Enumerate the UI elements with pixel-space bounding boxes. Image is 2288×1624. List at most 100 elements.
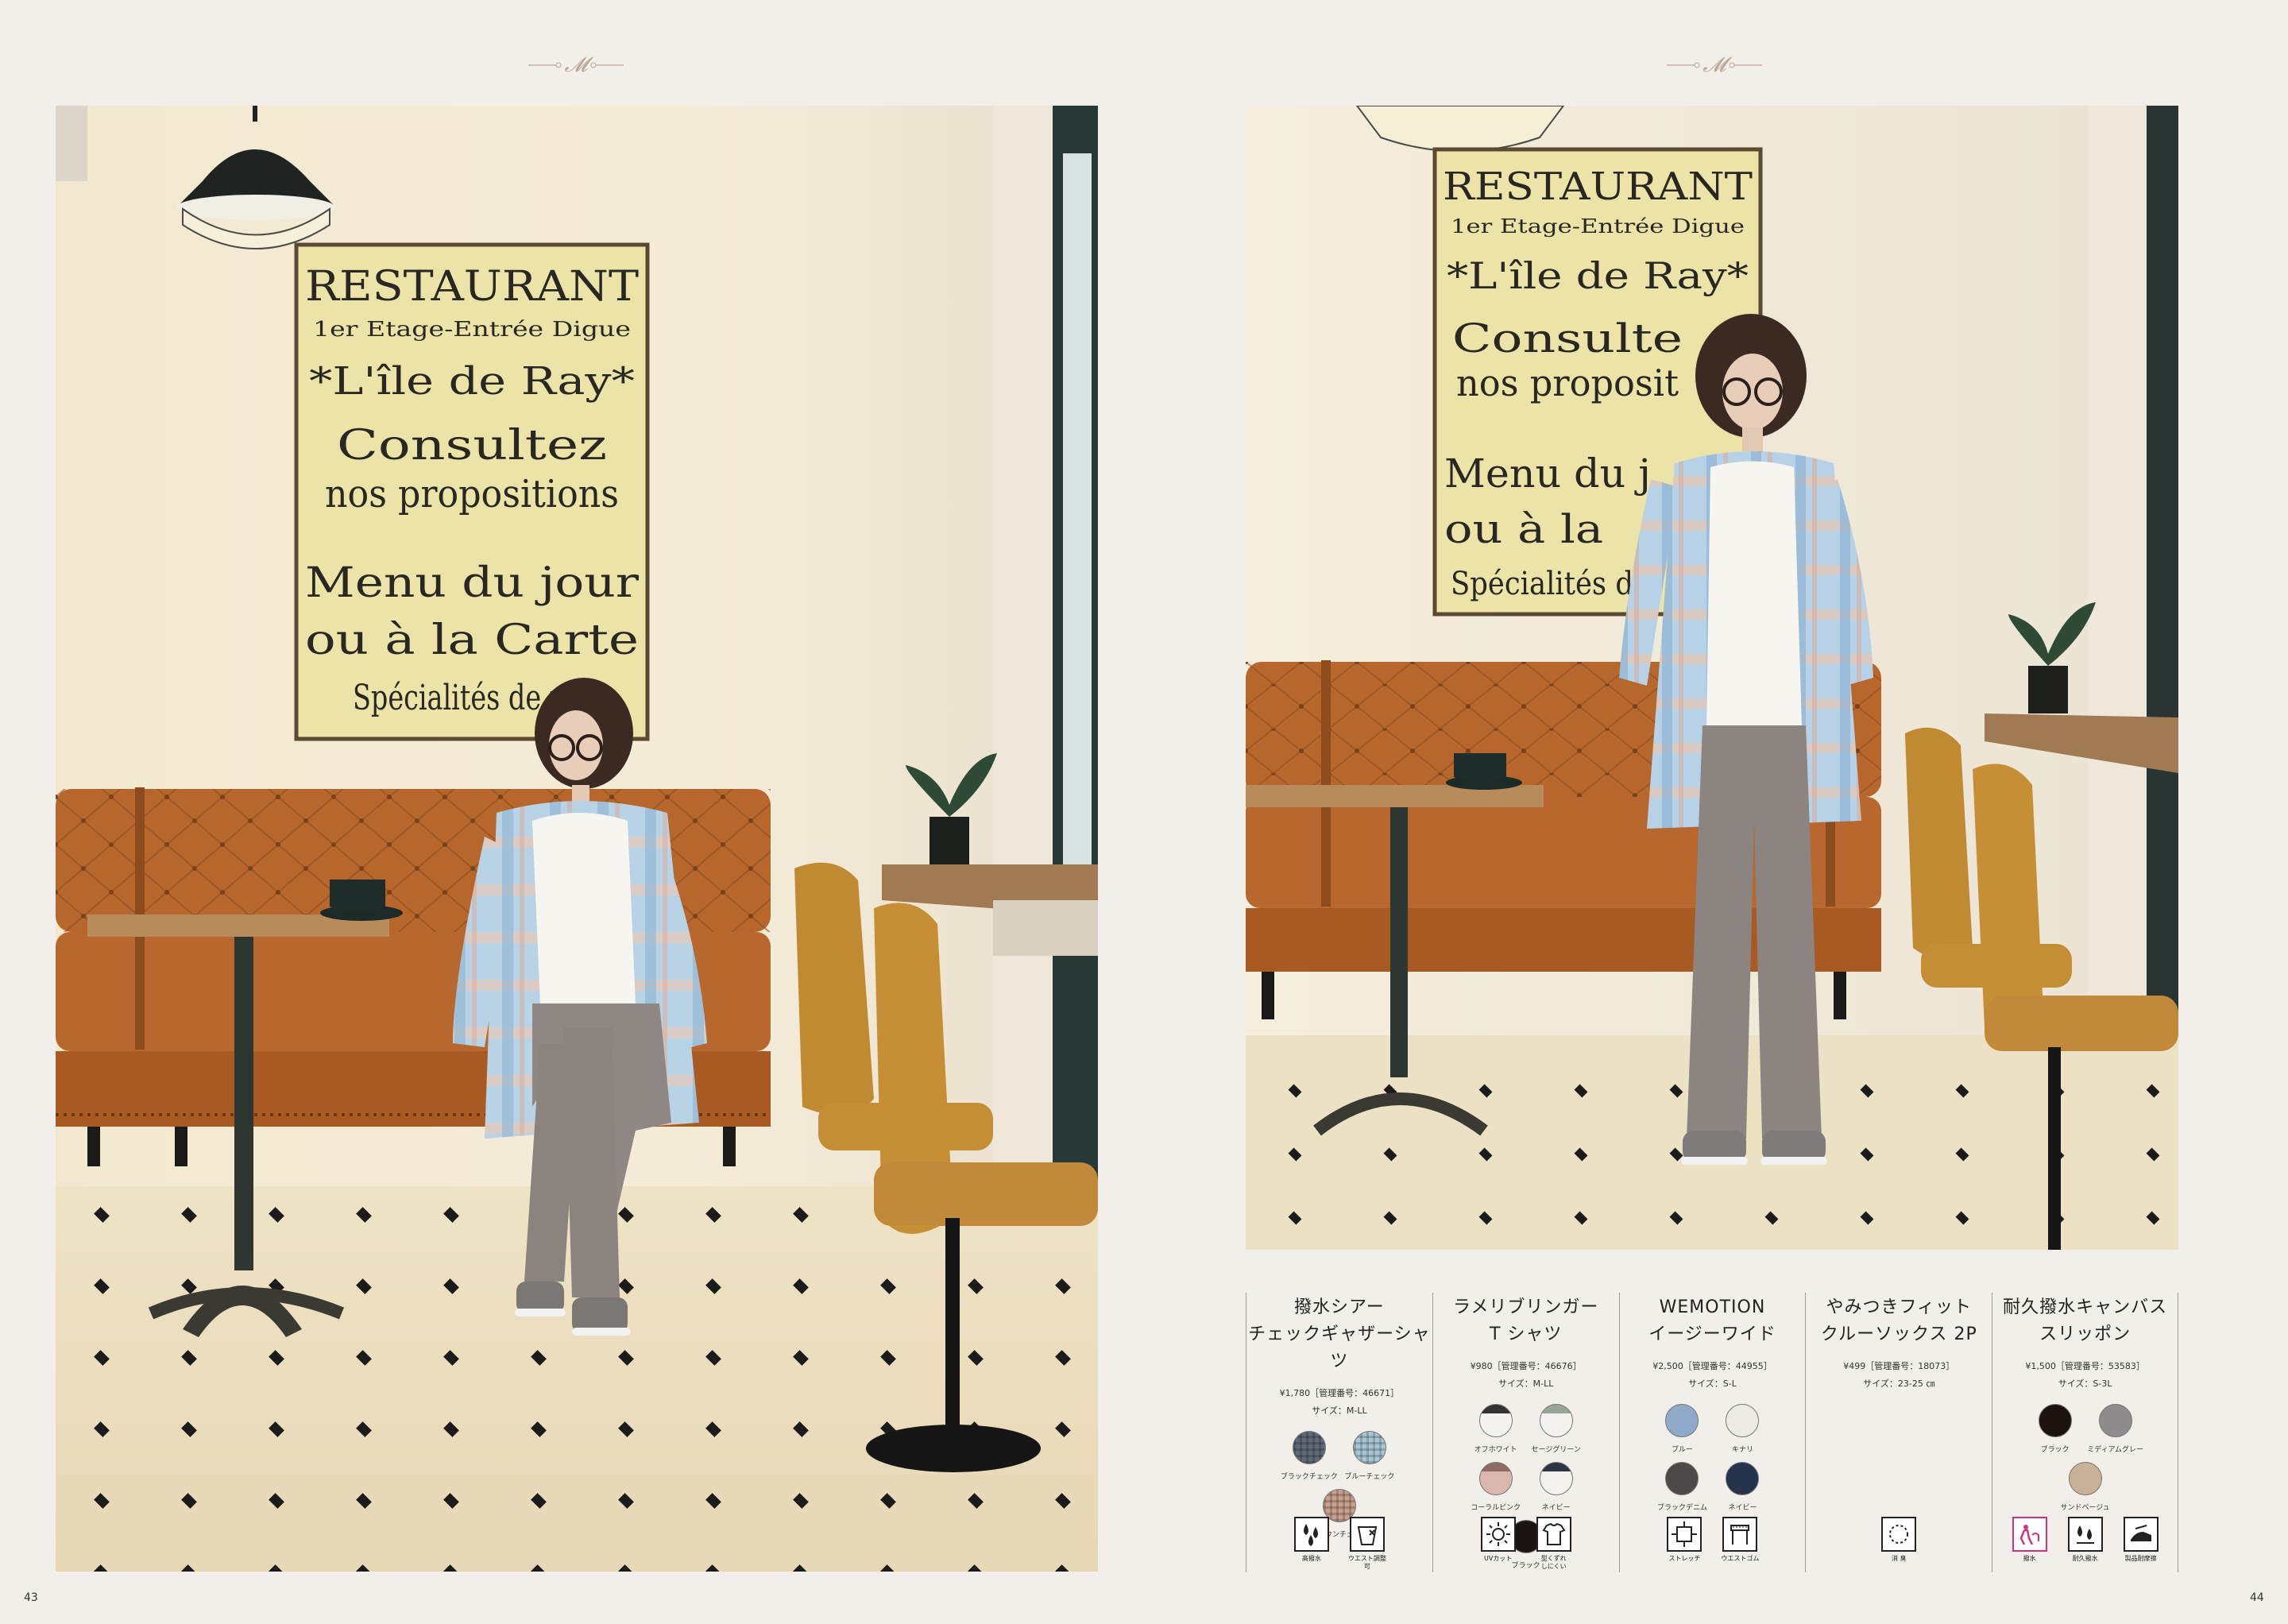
feature-label: 型くずれ しにくい (1540, 1555, 1567, 1570)
color-swatch: ミディアムグレー (2085, 1404, 2146, 1454)
sign-line-2: 1er Etage-Entrée Digue (313, 318, 631, 342)
color-swatch-label: キナリ (1731, 1446, 1753, 1454)
product-card: ラメリブリンガー T シャツ ¥980［管理番号：46676］ サイズ：M-LL オフホ… (1432, 1293, 1619, 1572)
cafe-photo-right: RESTAURANT 1er Etage-Entrée Digue *L'île… (1246, 106, 2178, 1250)
color-swatch: キナリ (1712, 1404, 1772, 1454)
color-swatch-dot (2068, 1462, 2102, 1495)
color-swatch: ブルーチェック (1339, 1431, 1400, 1481)
feature: 消 臭 (1880, 1517, 1918, 1572)
product-size: サイズ：23-25 ㎝ (1863, 1378, 1935, 1389)
product-panel: 撥水シアー チェックギャザーシャツ ¥1,780［管理番号：46671］ サイズ：M-… (1246, 1293, 2178, 1572)
water-repellent-icon (1293, 1517, 1329, 1552)
product-name-line1: ラメリブリンガー (1453, 1297, 1599, 1317)
sign-line-5: nos propositions (325, 472, 619, 516)
color-swatch: ネイビー (1712, 1462, 1772, 1512)
product-name-line1: 耐久撥水キャンバス (2003, 1297, 2168, 1317)
product-name-line2: イージーワイド (1648, 1324, 1776, 1344)
color-swatch-dot (1726, 1404, 1760, 1437)
product-name-line2: チェックギャザーシャツ (1248, 1324, 1431, 1371)
product-price: ¥980［管理番号：46676］ (1470, 1361, 1582, 1371)
feature: 高撥水 (1293, 1517, 1331, 1572)
product-card: やみつきフィット クルーソックス 2P ¥499［管理番号：18073］ サイズ：23… (1805, 1293, 1992, 1572)
product-name-line2: T シャツ (1489, 1324, 1563, 1344)
product-price: ¥1,500［管理番号：53583］ (2025, 1361, 2145, 1371)
feature-label: ウエスト調整可 (1347, 1555, 1386, 1570)
feature: 製品耐摩擦 (2122, 1517, 2160, 1572)
feature: 撥水 (2011, 1517, 2049, 1572)
product-price: ¥1,780［管理番号：46671］ (1279, 1388, 1400, 1398)
color-swatch-label: ミディアムグレー (2087, 1446, 2143, 1454)
uv-cut-icon (1480, 1517, 1516, 1552)
sign-line-6: Menu du jour (305, 559, 639, 607)
shape-keep-icon (1536, 1517, 1571, 1552)
color-swatch-label: ネイビー (1541, 1504, 1571, 1512)
feature-icons: UVカット 型くずれ しにくい (1433, 1517, 1619, 1572)
product-name-line2: クルーソックス 2P (1820, 1324, 1977, 1344)
product-size: サイズ：M-LL (1498, 1378, 1554, 1389)
color-swatch-label: ブラック (2040, 1446, 2070, 1454)
color-swatch-dot (1665, 1404, 1699, 1437)
color-swatch-dot (1539, 1462, 1573, 1495)
feature: UVカット (1479, 1517, 1517, 1572)
color-swatch-dot (1539, 1404, 1573, 1437)
color-swatch-label: ブラックデニム (1656, 1504, 1707, 1512)
color-swatch: ブラック (2025, 1404, 2085, 1454)
waist-adjust-icon (1349, 1517, 1385, 1552)
sign-line-4: Consultez (337, 422, 607, 470)
feature: 耐久撥水 (2066, 1517, 2104, 1572)
feature-icons: ストレッチ ウエストゴム (1620, 1517, 1806, 1572)
feature-label: UVカット (1484, 1555, 1513, 1562)
stretch-icon (1667, 1517, 1702, 1552)
comfort-icon (2123, 1517, 2159, 1552)
sign-line-2: 1er Etage-Entrée Digue (1451, 215, 1745, 238)
color-swatch-dot (1726, 1462, 1760, 1495)
feature: ウエストゴム (1721, 1517, 1759, 1572)
color-swatch: オフホワイト (1466, 1404, 1526, 1454)
sign-line-4: Consulte (1452, 315, 1683, 362)
sign-line-3: *L'île de Ray* (309, 359, 635, 404)
color-swatch-label: ブラックチェック (1280, 1473, 1338, 1481)
color-swatch: ブルー (1652, 1404, 1712, 1454)
color-swatch-dot (2038, 1404, 2072, 1437)
feature-label: 耐久撥水 (2072, 1555, 2098, 1562)
sign-line-1: RESTAURANT (1443, 164, 1753, 209)
waist-rubber-icon (1722, 1517, 1758, 1552)
product-price: ¥499［管理番号：18073］ (1843, 1361, 1955, 1371)
color-swatch-dot (1292, 1431, 1326, 1464)
color-swatch-label: ブルー (1671, 1446, 1693, 1454)
product-name-line1: WEMOTION (1659, 1297, 1766, 1317)
color-swatch-dot (1665, 1462, 1699, 1495)
sign-line-5: nos proposit (1456, 362, 1679, 404)
sign-line-7: ou à la (1444, 506, 1603, 552)
feature-label: ストレッチ (1668, 1555, 1701, 1562)
ornament-left: 𝓜 (524, 49, 628, 81)
color-swatch: ブラックチェック (1279, 1431, 1339, 1481)
color-swatch-label: ネイビー (1728, 1504, 1757, 1512)
feature-label: 製品耐摩擦 (2124, 1555, 2157, 1562)
sign-line-1: RESTAURANT (305, 263, 639, 311)
feature-label: 消 臭 (1892, 1555, 1907, 1562)
product-card: WEMOTION イージーワイド ¥2,500［管理番号：44955］ サイズ：S-L… (1618, 1293, 1806, 1572)
sign-line-6: Menu du j (1444, 450, 1651, 497)
product-size: サイズ：M-LL (1312, 1406, 1367, 1416)
feature-icons: 消 臭 (1806, 1517, 1992, 1572)
color-swatch-label: セージグリーン (1531, 1446, 1581, 1454)
sign-line-8: Spécialités d (1451, 566, 1633, 602)
color-swatch-dot (1478, 1462, 1513, 1495)
color-swatch-label: ブルーチェック (1344, 1473, 1395, 1481)
product-size: サイズ：S-3L (2058, 1378, 2112, 1389)
product-size: サイズ：S-L (1688, 1378, 1737, 1389)
feature: 型くずれ しにくい (1535, 1517, 1573, 1572)
color-swatches: ブラック ミディアムグレー サンドベージュ (1992, 1404, 2178, 1520)
svg-text:𝓜: 𝓜 (1702, 53, 1732, 77)
color-swatch-dot (1478, 1404, 1513, 1437)
feature-icons: 撥水 耐久撥水 製品耐摩擦 (1992, 1517, 2178, 1572)
color-swatch: ブラックデニム (1652, 1462, 1712, 1512)
page-number-right: 44 (2250, 1591, 2264, 1604)
color-swatches: ブルー キナリブラックデニム ネイビー (1620, 1404, 1806, 1520)
color-swatch: セージグリーン (1526, 1404, 1587, 1454)
feature-icons: 高撥水 ウエスト調整可 (1246, 1517, 1432, 1572)
cafe-photo-left: RESTAURANT 1er Etage-Entrée Digue *L'île… (56, 106, 1098, 1572)
color-swatch: コーラルピンク (1466, 1462, 1526, 1512)
feature-label: 高撥水 (1301, 1555, 1321, 1562)
